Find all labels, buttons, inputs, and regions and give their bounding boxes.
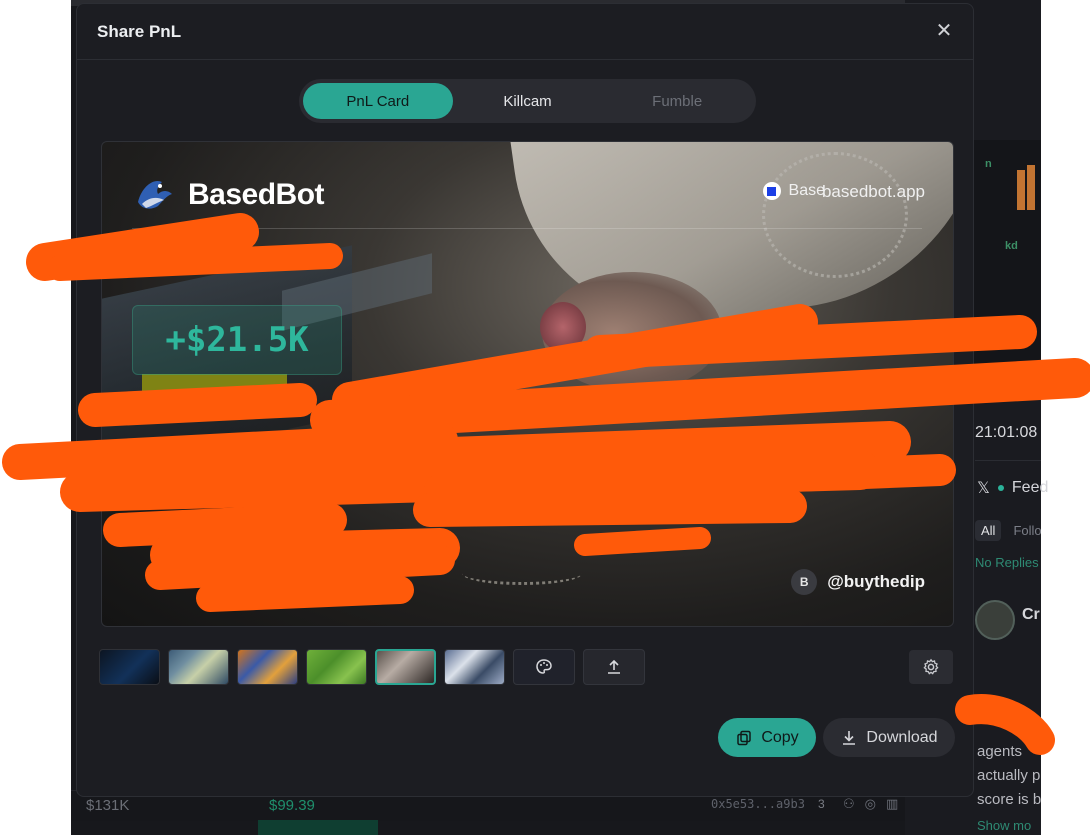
close-icon[interactable]: ✕	[933, 20, 955, 42]
download-label: Download	[866, 728, 938, 746]
copy-icon	[737, 730, 752, 745]
live-dot-icon	[997, 485, 1004, 491]
tab-fumble: Fumble	[652, 92, 703, 110]
pnl-badge: +$21.5K	[132, 305, 342, 375]
palette-icon	[536, 659, 552, 674]
gear-icon	[923, 658, 939, 675]
no-replies-filter[interactable]: No Replies	[975, 555, 1039, 570]
pnl-value: +$21.5K	[165, 320, 309, 360]
globe-icon[interactable]: ◎	[865, 796, 876, 812]
custom-color-button[interactable]	[513, 649, 575, 685]
show-more-link[interactable]: Show mo	[977, 818, 1031, 833]
avatar[interactable]	[975, 600, 1015, 640]
tab-all[interactable]: All	[975, 520, 1002, 541]
background-thumb-portrait[interactable]	[375, 649, 436, 685]
card-settings-button[interactable]	[909, 650, 953, 684]
background-thumb-skyline[interactable]	[444, 649, 505, 685]
handle-text: @buythedip	[827, 572, 925, 591]
tab-pnl-card[interactable]: PnL Card	[303, 83, 453, 119]
upload-icon	[608, 659, 620, 674]
market-cap-value: $131K	[86, 797, 130, 814]
clock-time: 21:01:08	[975, 424, 1038, 441]
feed-tabs: All Follo	[975, 520, 1048, 541]
tab-killcam[interactable]: Killcam	[453, 83, 603, 119]
pnl-card-preview: BasedBot Base basedbot.app +$21.5K B @bu…	[101, 141, 954, 627]
post-text: agents actually p score is b	[977, 743, 1041, 808]
background-picker	[99, 649, 645, 685]
download-icon	[843, 730, 856, 745]
token-address[interactable]: 0x5e53...a9b3	[711, 797, 805, 811]
handle-avatar: B	[791, 569, 818, 595]
background-thumb-arcade[interactable]	[237, 649, 298, 685]
background-thumb-city[interactable]	[168, 649, 229, 685]
modal-header: Share PnL ✕	[77, 4, 973, 60]
feed-label: Feed	[1011, 479, 1049, 496]
basedbot-logo-icon	[138, 180, 172, 209]
download-button[interactable]: Download	[823, 718, 955, 757]
upload-background-button[interactable]	[583, 649, 645, 685]
chart-icon[interactable]: ▥	[886, 796, 898, 812]
tab-following[interactable]: Follo	[1007, 520, 1047, 541]
copy-label: Copy	[761, 728, 799, 746]
base-chain-icon	[762, 182, 781, 200]
copy-button[interactable]: Copy	[718, 718, 816, 757]
post-author-name[interactable]: Cr	[1022, 606, 1040, 624]
card-type-tabs: PnL Card Killcam Fumble	[299, 79, 756, 123]
brand-name: BasedBot	[188, 178, 325, 211]
price-value: $99.39	[269, 797, 315, 814]
brand: BasedBot	[132, 172, 325, 218]
user-icon[interactable]: ⚇	[843, 796, 855, 812]
share-pnl-modal: Share PnL ✕ PnL Card Killcam Fumble Base…	[76, 3, 974, 797]
feed-header: 𝕏 Feed	[977, 478, 1048, 498]
chain-badge: Base	[762, 182, 825, 200]
chain-name: Base	[788, 182, 825, 199]
x-logo-icon: 𝕏	[977, 480, 990, 497]
holder-count: 3	[818, 797, 825, 811]
background-thumb-space[interactable]	[99, 649, 160, 685]
background-thumb-pixel-field[interactable]	[306, 649, 367, 685]
site-url: basedbot.app	[821, 182, 925, 201]
volume-bar	[258, 820, 378, 835]
user-handle: B @buythedip	[791, 569, 925, 595]
modal-title: Share PnL	[97, 22, 182, 41]
